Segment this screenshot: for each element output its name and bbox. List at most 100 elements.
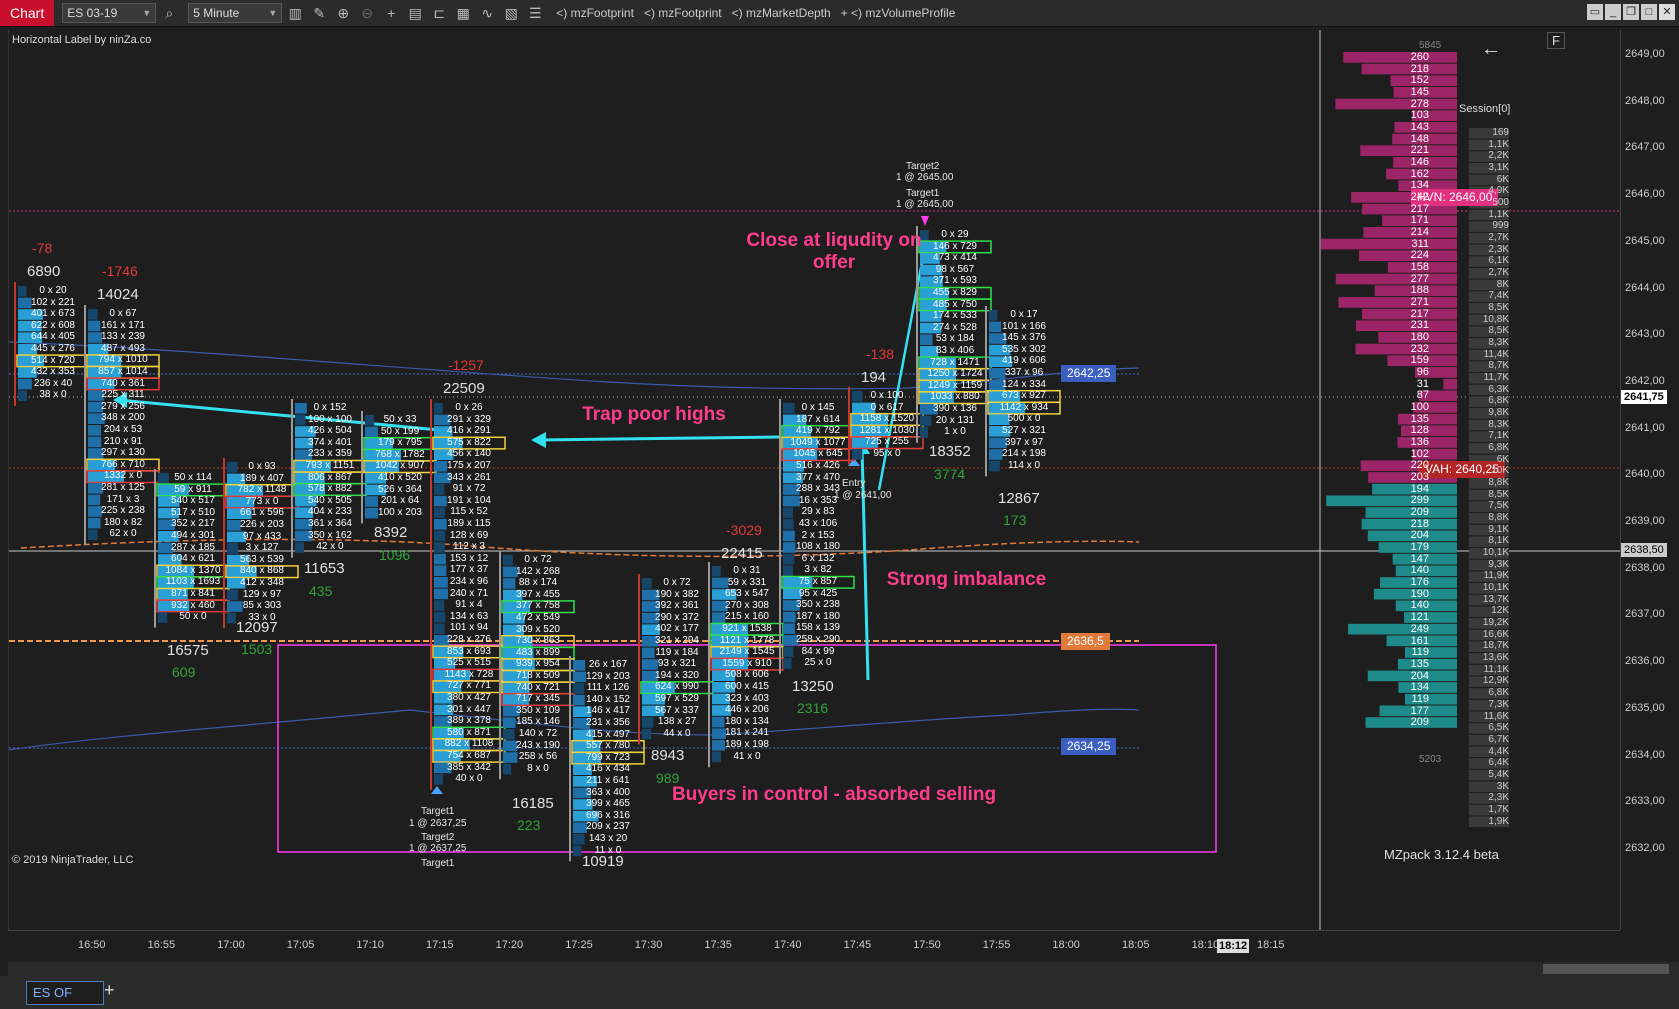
footprint-row-label: 371 x 593	[933, 275, 977, 287]
horizontal-scrollbar[interactable]	[8, 962, 1679, 976]
order-target2-top-fill: 1 @ 2645,00	[896, 172, 954, 183]
indicator-mzvolumeprofile[interactable]: + <) mzVolumeProfile	[841, 6, 956, 20]
indicator-mzfootprint-1[interactable]: <) mzFootprint	[556, 6, 634, 20]
bar-volume: 22415	[721, 545, 763, 562]
footprint-row-label: 146 x 729	[933, 240, 977, 252]
volume-profile-value: 278	[1410, 97, 1429, 110]
price-axis-label: 2636,00	[1625, 655, 1665, 668]
drawing-tool-icon[interactable]: ✎	[308, 3, 330, 23]
back-arrow-icon[interactable]: ←	[1481, 38, 1501, 61]
zoom-in-icon[interactable]: ⊕	[332, 3, 354, 23]
footprint-row-label: 410 x 520	[378, 472, 422, 483]
properties-icon[interactable]: ☰	[524, 3, 546, 23]
crosshair-icon[interactable]: +	[380, 3, 402, 23]
footprint-row-label: 93 x 321	[657, 658, 697, 670]
footprint-row-label: 187 x 180	[796, 610, 840, 622]
footprint-row-label: 91 x 4	[455, 599, 483, 611]
indicator-mzfootprint-2[interactable]: <) mzFootprint	[644, 6, 722, 20]
close-icon[interactable]: ✕	[1659, 4, 1675, 20]
time-axis[interactable]: 16:50 16:55 17:00 17:05 17:10 17:15 17:20 17:25…	[8, 930, 1620, 963]
footprint-row-label: 728 x 1471	[930, 356, 980, 368]
time-axis-label: 16:55	[147, 939, 176, 951]
indicator-mzmarketdepth[interactable]: <) mzMarketDepth	[732, 6, 831, 20]
zoom-out-icon[interactable]: ⊖	[356, 3, 378, 23]
chart-canvas[interactable]: Horizontal Label by ninZa.co © 2019 Ninj…	[8, 30, 1621, 930]
footprint-row-label: 42 x 0	[316, 541, 344, 553]
footprint-row-label: 445 x 276	[31, 343, 75, 354]
footprint-row-label: 274 x 528	[933, 321, 977, 333]
indicators-icon[interactable]: ∿	[476, 3, 498, 23]
snap-mode-icon[interactable]: ⊏	[428, 3, 450, 23]
volume-profile-value: 277	[1410, 272, 1429, 285]
annotation-strong-imbalance: Strong imbalance	[886, 569, 1047, 590]
tile-icon[interactable]: ▭	[1587, 4, 1603, 20]
tab-es-of[interactable]: ES OF	[26, 981, 104, 1005]
chart-trader-icon[interactable]: ▦	[452, 3, 474, 23]
chart-tab-label[interactable]: Chart	[0, 0, 55, 26]
footprint-row-label: 352 x 217	[171, 518, 215, 530]
instrument-selector[interactable]: ES 03-19 ▼	[62, 3, 157, 23]
footprint-row-label: 717 x 345	[516, 693, 560, 705]
interval-selector[interactable]: 5 Minute ▼	[188, 3, 283, 23]
scrollbar-thumb[interactable]	[1543, 964, 1669, 974]
price-axis[interactable]: 2649,00 2648,00 2647,00 2646,00 2645,00 2644,…	[1620, 30, 1679, 930]
volume-profile-value: 242	[1410, 191, 1429, 204]
footprint-row-label: 725 x 255	[865, 436, 909, 448]
volume-profile-value: 214	[1410, 226, 1429, 239]
footprint-row-label: 258 x 56	[518, 751, 558, 763]
bar-type-icon[interactable]: ▥	[284, 3, 306, 23]
volume-profile-value: 159	[1410, 354, 1429, 367]
footprint-row-label: 240 x 71	[449, 587, 489, 599]
footprint-row-label: 1559 x 910	[722, 657, 772, 669]
strategies-icon[interactable]: ▧	[500, 3, 522, 23]
footprint-row-label: 97 x 433	[242, 530, 282, 542]
footprint-row-label: 38 x 0	[39, 389, 67, 401]
add-tab-button[interactable]: +	[104, 980, 115, 1001]
bar-volume: 12867	[998, 490, 1040, 507]
bar-delta: 435	[309, 583, 333, 599]
price-axis-label: 2643,00	[1625, 328, 1665, 341]
footprint-row-label: 128 x 69	[449, 529, 489, 541]
footprint-row-label: 8 x 0	[527, 762, 549, 774]
bar-volume: 8392	[374, 524, 408, 541]
time-axis-label: 17:20	[495, 939, 524, 951]
f-button[interactable]: F	[1547, 32, 1565, 49]
data-box-icon[interactable]: ▤	[404, 3, 426, 23]
volume-profile-delta: 11,4K	[1483, 348, 1509, 360]
footprint-row-label: 1250 x 1724	[927, 368, 983, 380]
maximize-icon[interactable]: □	[1641, 4, 1657, 20]
volume-profile-delta: 8K	[1496, 278, 1509, 290]
price-axis-label: 2633,00	[1625, 795, 1665, 808]
footprint-row-label: 416 x 434	[586, 763, 630, 775]
volume-profile-delta: 4,9K	[1488, 185, 1509, 197]
time-axis-label: 17:15	[426, 939, 454, 951]
footprint-row-label: 385 x 342	[447, 761, 491, 773]
footprint-row-label: 494 x 301	[171, 530, 215, 541]
footprint-row-label: 50 x 33	[383, 414, 417, 425]
footprint-row-label: 112 x 3	[452, 541, 486, 553]
volume-profile-delta: 9,3K	[1488, 558, 1509, 570]
footprint-row-label: 301 x 447	[447, 703, 491, 715]
footprint-row-label: 350 x 238	[796, 599, 840, 611]
bar-volume: 10919	[582, 853, 624, 870]
footprint-row-label: 397 x 97	[1004, 436, 1044, 448]
restore-icon[interactable]: ❐	[1623, 4, 1639, 20]
footprint-row-label: 600 x 415	[725, 681, 769, 692]
volume-profile-value: 135	[1410, 657, 1429, 670]
time-axis-label: 17:50	[913, 939, 941, 951]
volume-profile-delta: 18,7K	[1482, 640, 1509, 652]
search-icon[interactable]: ⌕	[158, 3, 180, 23]
footprint-row-label: 225 x 311	[101, 389, 145, 401]
footprint-row-label: 75 x 857	[798, 576, 838, 587]
footprint-row-label: 392 x 361	[655, 600, 699, 612]
footprint-row-label: 673 x 927	[1002, 390, 1046, 402]
footprint-row-label: 1142 x 934	[999, 401, 1049, 413]
volume-profile-value: 218	[1410, 62, 1429, 75]
volume-profile-value: 140	[1410, 564, 1429, 577]
price-axis-label: 2637,00	[1625, 608, 1665, 621]
footprint-row-label: 1332 x 0	[103, 470, 143, 482]
minimize-icon[interactable]: _	[1605, 4, 1621, 20]
price-axis-label: 2648,00	[1625, 94, 1665, 107]
footprint-row-label: 29 x 83	[801, 506, 835, 518]
footprint-row-label: 114 x 0	[1007, 459, 1041, 471]
